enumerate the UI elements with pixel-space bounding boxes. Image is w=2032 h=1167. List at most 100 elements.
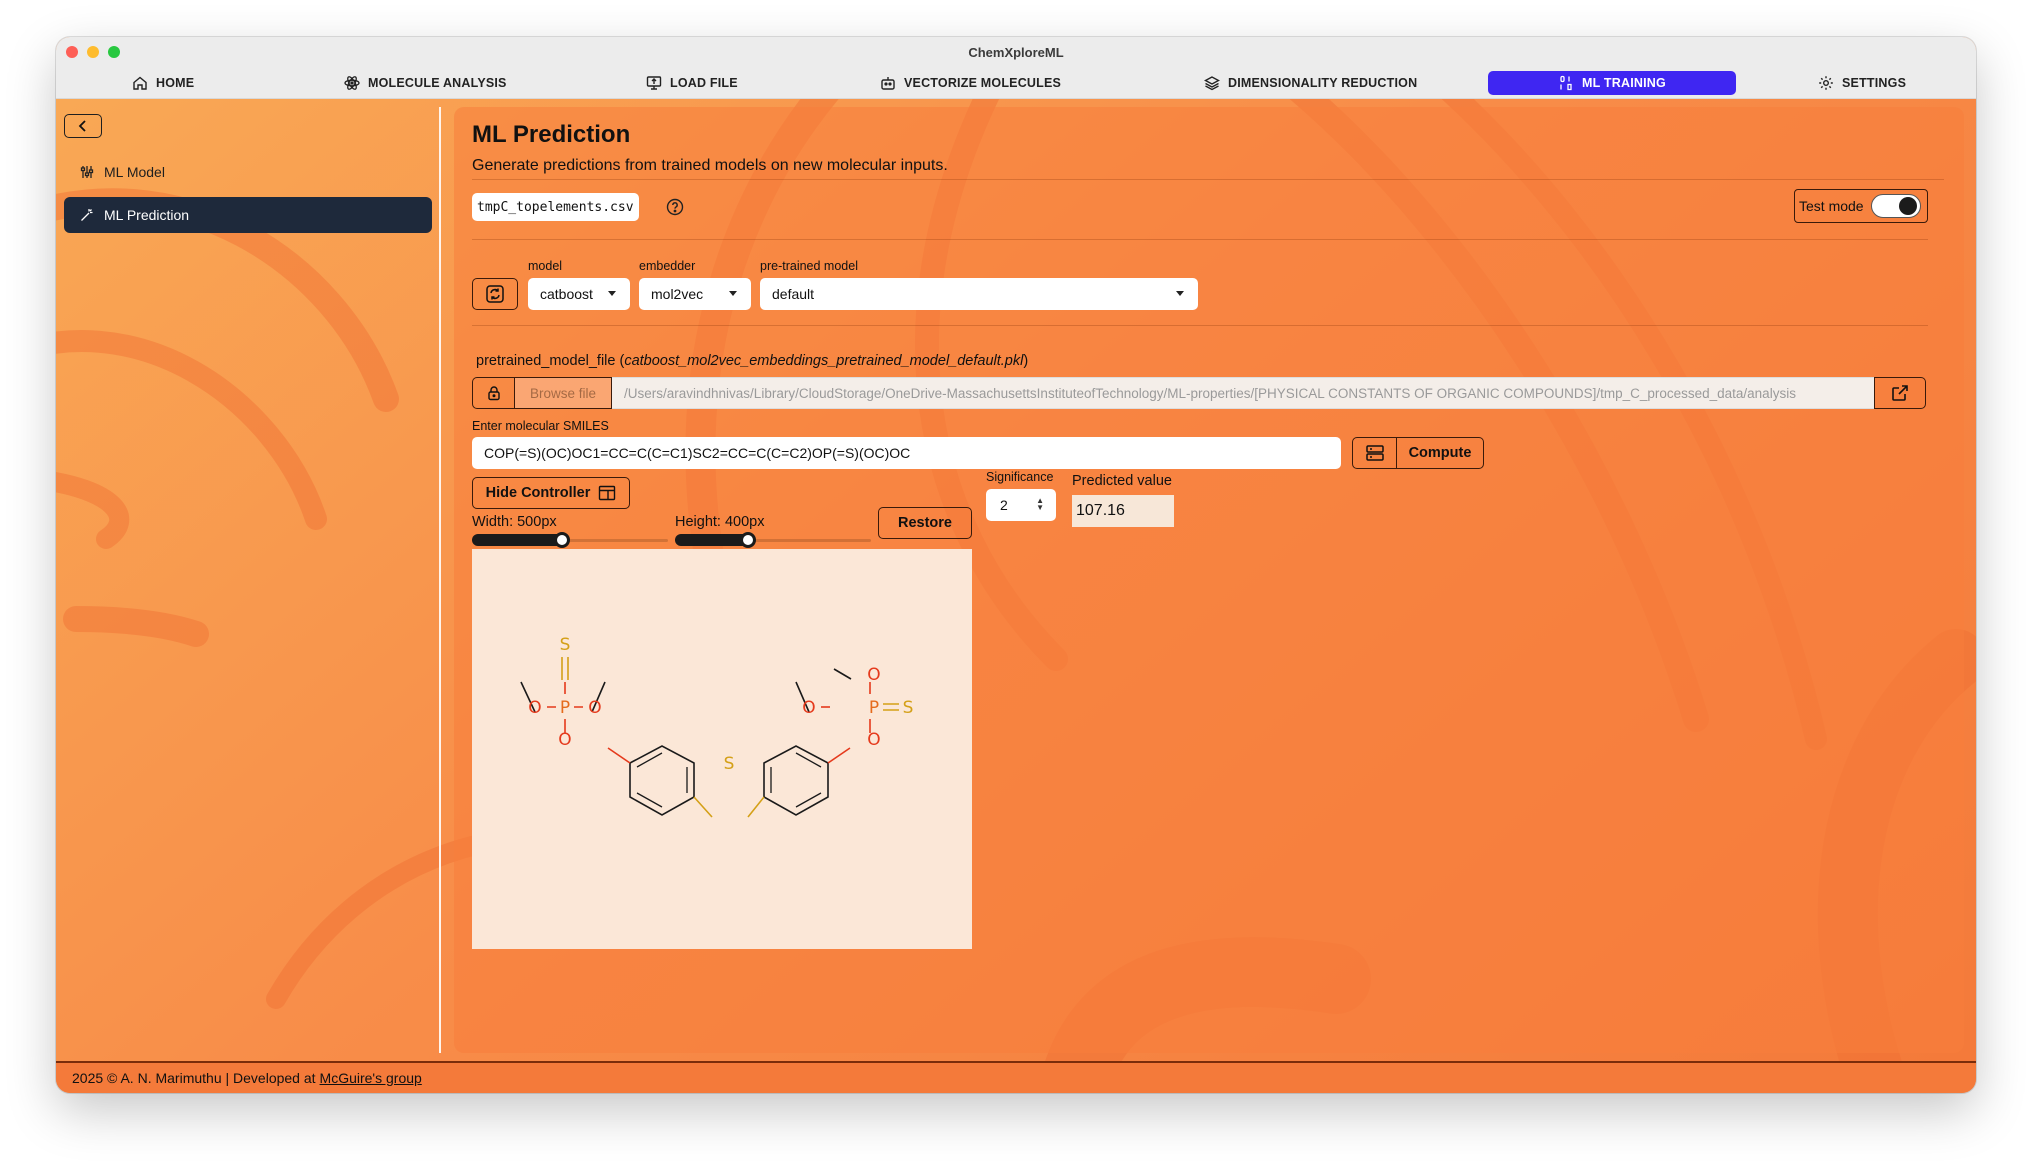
atom-icon (344, 76, 360, 90)
molecule-structure-drawing: S O P O O S O O P S O (520, 635, 914, 818)
collapse-sidebar-button[interactable] (64, 114, 102, 138)
binary-icon (1560, 75, 1572, 91)
help-icon[interactable] (666, 198, 684, 216)
nav-dimensionality-reduction[interactable]: DIMENSIONALITY REDUCTION (1194, 71, 1427, 95)
close-window-button[interactable] (66, 46, 78, 58)
pretrained-model-file-label: pretrained_model_file (catboost_mol2vec_… (476, 353, 1028, 369)
pretrained-model-label: pre-trained model (760, 259, 858, 273)
atom-oxygen: O (558, 730, 571, 750)
test-mode-label: Test mode (1799, 198, 1864, 214)
model-select[interactable]: catboost (528, 278, 630, 310)
sidebar-item-ml-prediction[interactable]: ML Prediction (64, 197, 432, 233)
sliders-icon (80, 166, 94, 178)
atom-sulfur: S (560, 635, 571, 655)
significance-input[interactable]: 2 ▲ ▼ (986, 489, 1056, 521)
caret-down-icon (1176, 291, 1184, 296)
footer-group-link[interactable]: McGuire's group (320, 1070, 422, 1086)
footer: 2025 © A. N. Marimuthu | Developed at Mc… (56, 1061, 1976, 1093)
compute-button[interactable]: Compute (1352, 437, 1484, 469)
top-nav: HOME MOLECULE ANALYSIS LOAD FILE VECTORI… (56, 67, 1976, 99)
pkl-label-suffix: ) (1023, 353, 1029, 369)
sidebar-item-ml-prediction-label: ML Prediction (104, 207, 190, 223)
title-bar: ChemXploreML (56, 37, 1976, 67)
molecule-structure-view: S O P O O S O O P S O (472, 549, 972, 949)
spinner-arrows-icon[interactable]: ▲ ▼ (1036, 497, 1044, 512)
width-label: Width: 500px (472, 514, 557, 530)
window-title: ChemXploreML (968, 44, 1064, 60)
browse-file-button[interactable]: Browse file (514, 377, 612, 409)
nav-molecule-analysis[interactable]: MOLECULE ANALYSIS (334, 71, 517, 95)
width-slider[interactable] (472, 532, 668, 548)
panel-icon (599, 485, 616, 501)
ml-prediction-panel: ML Prediction Generate predictions from … (454, 107, 1964, 1053)
atom-oxygen: O (528, 698, 541, 718)
sidebar: ML Model ML Prediction (56, 99, 442, 1061)
layers-icon (1204, 76, 1220, 91)
server-icon (1365, 445, 1384, 461)
sidebar-item-ml-model-label: ML Model (104, 164, 165, 180)
caret-down-icon (729, 291, 737, 296)
lock-button[interactable] (472, 377, 514, 409)
atom-sulfur: S (724, 754, 735, 774)
model-label: model (528, 259, 563, 273)
wand-icon (81, 209, 93, 221)
nav-settings[interactable]: SETTINGS (1808, 71, 1916, 95)
refresh-button[interactable] (472, 278, 518, 310)
slider-fill (472, 534, 564, 546)
nav-settings-label: SETTINGS (1842, 76, 1907, 90)
nav-ml-training[interactable]: ML TRAINING (1488, 71, 1736, 95)
embedder-select[interactable]: mol2vec (639, 278, 751, 310)
monitor-upload-icon (646, 76, 662, 90)
sidebar-divider (439, 107, 441, 1053)
restore-button[interactable]: Restore (878, 507, 972, 539)
pkl-label-prefix: pretrained_model_file ( (476, 353, 625, 369)
predicted-value-output: 107.16 (1072, 495, 1174, 527)
model-file-path-input[interactable]: /Users/aravindhnivas/Library/CloudStorag… (612, 377, 1874, 409)
home-icon (133, 76, 147, 90)
app-window: ChemXploreML HOME MOLECULE ANALYSIS LOAD… (56, 37, 1976, 1093)
nav-vectorize-molecules[interactable]: VECTORIZE MOLECULES (870, 71, 1071, 95)
smiles-label: Enter molecular SMILES (472, 419, 609, 433)
page-subtitle: Generate predictions from trained models… (472, 157, 948, 174)
atom-oxygen: O (867, 730, 880, 750)
embedder-select-value: mol2vec (651, 286, 704, 302)
divider (472, 179, 1944, 180)
nav-home-label: HOME (156, 76, 195, 90)
height-slider[interactable] (675, 532, 871, 548)
maximize-window-button[interactable] (108, 46, 120, 58)
hide-controller-button[interactable]: Hide Controller (472, 477, 630, 509)
lock-icon (487, 386, 500, 401)
model-select-value: catboost (540, 286, 593, 302)
refresh-icon (486, 285, 504, 303)
test-mode-toggle[interactable]: Test mode (1794, 189, 1928, 223)
slider-fill (675, 534, 750, 546)
sidebar-item-ml-model[interactable]: ML Model (64, 154, 432, 190)
pkl-filename: catboost_mol2vec_embeddings_pretrained_m… (624, 353, 1024, 369)
atom-sulfur: S (903, 698, 914, 718)
nav-load-file-label: LOAD FILE (670, 76, 738, 90)
atom-phosphorus: P (560, 698, 570, 718)
nav-home[interactable]: HOME (122, 71, 204, 95)
nav-load-file[interactable]: LOAD FILE (636, 71, 748, 95)
open-external-button[interactable] (1874, 377, 1926, 409)
nav-vectorize-molecules-label: VECTORIZE MOLECULES (904, 76, 1062, 90)
significance-label: Significance (986, 470, 1054, 484)
compute-icon-box (1353, 438, 1397, 468)
content-area: ML Model ML Prediction ML Prediction Gen… (56, 99, 1976, 1061)
test-mode-switch[interactable] (1871, 194, 1921, 218)
nav-dimensionality-reduction-label: DIMENSIONALITY REDUCTION (1228, 76, 1418, 90)
pretrained-model-select[interactable]: default (760, 278, 1198, 310)
smiles-input[interactable]: COP(=S)(OC)OC1=CC=C(C=C1)SC2=CC=C(C=C2)O… (472, 437, 1341, 469)
embedder-label: embedder (639, 259, 696, 273)
nav-molecule-analysis-label: MOLECULE ANALYSIS (368, 76, 507, 90)
minimize-window-button[interactable] (87, 46, 99, 58)
slider-thumb[interactable] (554, 532, 570, 548)
gear-icon (1819, 76, 1833, 90)
predicted-value-label: Predicted value (1072, 473, 1172, 489)
divider (472, 325, 1928, 326)
nav-ml-training-label: ML TRAINING (1582, 76, 1666, 90)
robot-icon (881, 77, 895, 90)
atom-oxygen: O (802, 698, 815, 718)
atom-oxygen: O (588, 698, 601, 718)
slider-thumb[interactable] (740, 532, 756, 548)
